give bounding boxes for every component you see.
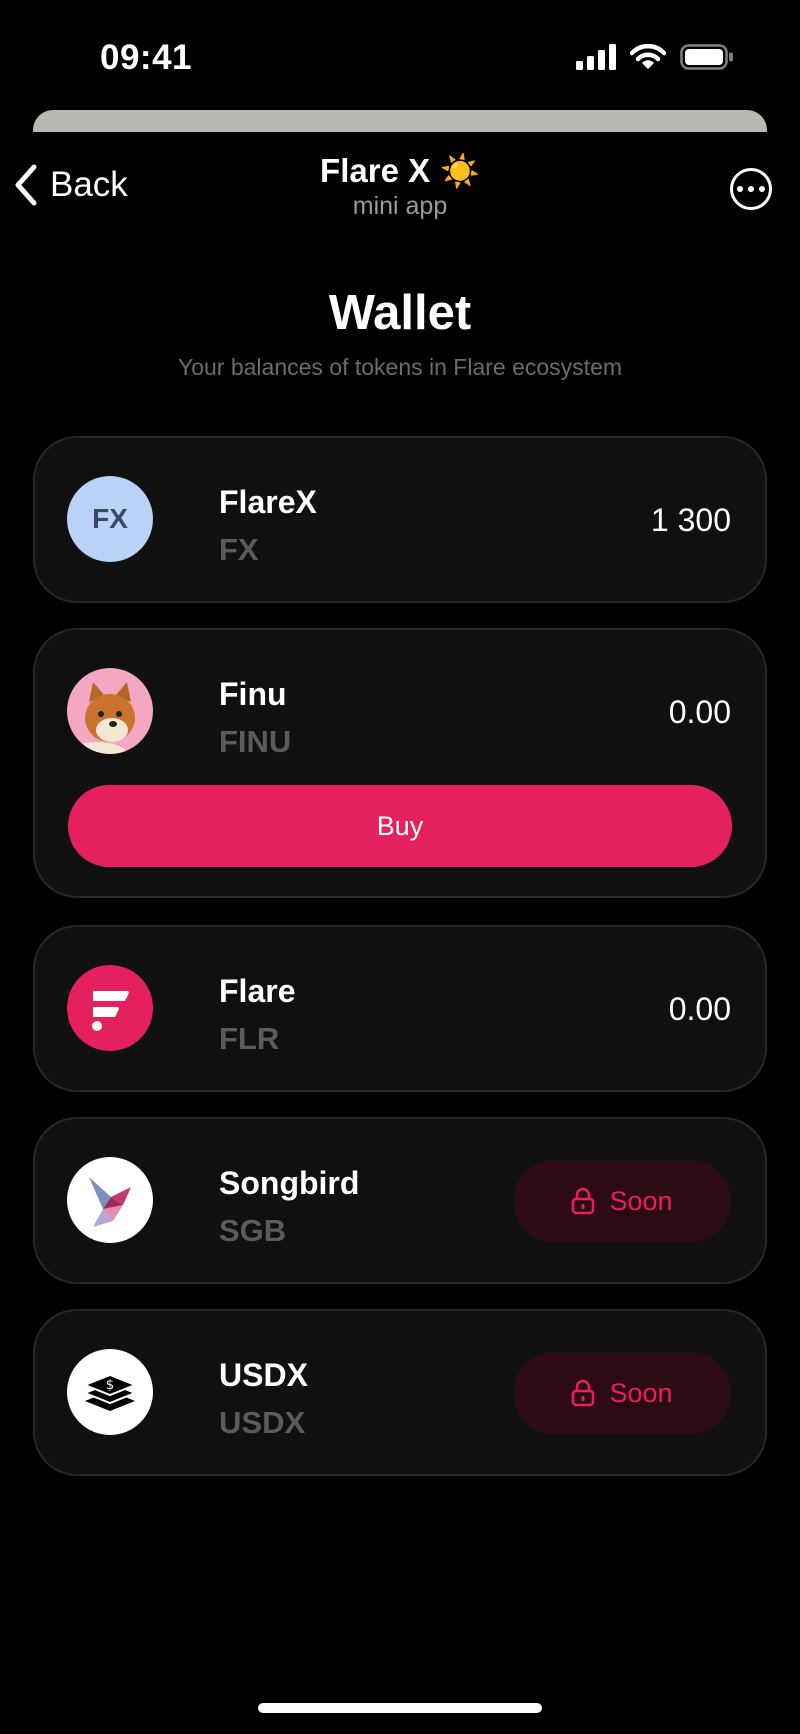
token-card-finu[interactable]: Finu FINU 0.00 Buy <box>33 628 767 898</box>
token-card-songbird[interactable]: Songbird SGB Soon <box>33 1117 767 1284</box>
token-symbol: SGB <box>219 1213 287 1248</box>
token-name: Songbird <box>219 1165 360 1201</box>
token-row: Songbird SGB Soon <box>67 1157 731 1248</box>
status-bar: 09:41 <box>0 0 800 100</box>
token-name: FlareX <box>219 484 317 520</box>
nav-bar: Back Flare X ☀️ mini app <box>0 140 800 230</box>
svg-text:$: $ <box>106 1378 114 1393</box>
soon-label: Soon <box>609 1377 673 1408</box>
shiba-dog-icon <box>67 682 135 754</box>
nav-title: Flare X ☀️ <box>320 152 480 190</box>
nav-title-text: Flare X <box>320 152 431 189</box>
status-time: 09:41 <box>100 38 193 77</box>
page-subtitle: Your balances of tokens in Flare ecosyst… <box>177 354 623 380</box>
token-symbol: USDX <box>219 1405 306 1440</box>
token-balance: 0.00 <box>668 694 731 730</box>
token-card-flare[interactable]: Flare FLR 0.00 <box>33 925 767 1092</box>
usdx-logo-icon: $ <box>67 1349 153 1435</box>
stacked-layers-dollar-icon: $ <box>82 1373 138 1411</box>
buy-button[interactable]: Buy <box>68 785 732 867</box>
flarex-logo-text: FX <box>92 503 128 534</box>
soon-label: Soon <box>609 1185 673 1216</box>
home-indicator[interactable] <box>258 1703 542 1713</box>
sun-emoji-icon: ☀️ <box>440 153 480 189</box>
flare-logo-icon <box>67 965 153 1051</box>
songbird-logo-icon <box>67 1157 153 1243</box>
more-options-button[interactable] <box>730 168 772 210</box>
finu-dog-logo-icon <box>67 668 153 754</box>
lock-icon <box>572 1187 595 1215</box>
origami-bird-icon <box>89 1177 131 1227</box>
nav-subtitle: mini app <box>352 192 448 220</box>
wifi-icon <box>630 44 666 69</box>
token-symbol: FLR <box>219 1021 280 1056</box>
flarex-logo-icon: FX <box>67 476 153 562</box>
more-dot <box>737 186 743 192</box>
token-symbol: FINU <box>219 724 292 759</box>
token-name: Flare <box>219 973 296 1009</box>
status-icons <box>576 44 734 70</box>
token-card-usdx[interactable]: $ USDX USDX Soon <box>33 1309 767 1476</box>
more-dot <box>748 186 754 192</box>
token-name: USDX <box>219 1357 308 1393</box>
nav-title-block: Flare X ☀️ mini app <box>0 152 800 221</box>
lock-icon <box>572 1379 595 1407</box>
token-balance: 1 300 <box>650 502 731 538</box>
token-row: Flare FLR 0.00 <box>67 965 731 1056</box>
soon-button[interactable]: Soon <box>513 1352 731 1434</box>
token-row: Finu FINU 0.00 <box>67 668 731 759</box>
token-row: FX FlareX FX 1 300 <box>67 476 731 567</box>
page-title: Wallet <box>328 286 472 340</box>
cellular-signal-icon <box>576 44 616 70</box>
soon-button[interactable]: Soon <box>513 1160 731 1242</box>
token-card-flarex[interactable]: FX FlareX FX 1 300 <box>33 436 767 603</box>
token-symbol: FX <box>219 532 259 567</box>
more-dot <box>759 186 765 192</box>
battery-icon <box>680 44 733 70</box>
token-balance: 0.00 <box>668 991 731 1027</box>
token-name: Finu <box>219 676 287 712</box>
token-row: $ USDX USDX Soon <box>67 1349 731 1440</box>
sheet-grab-bar <box>33 110 767 132</box>
